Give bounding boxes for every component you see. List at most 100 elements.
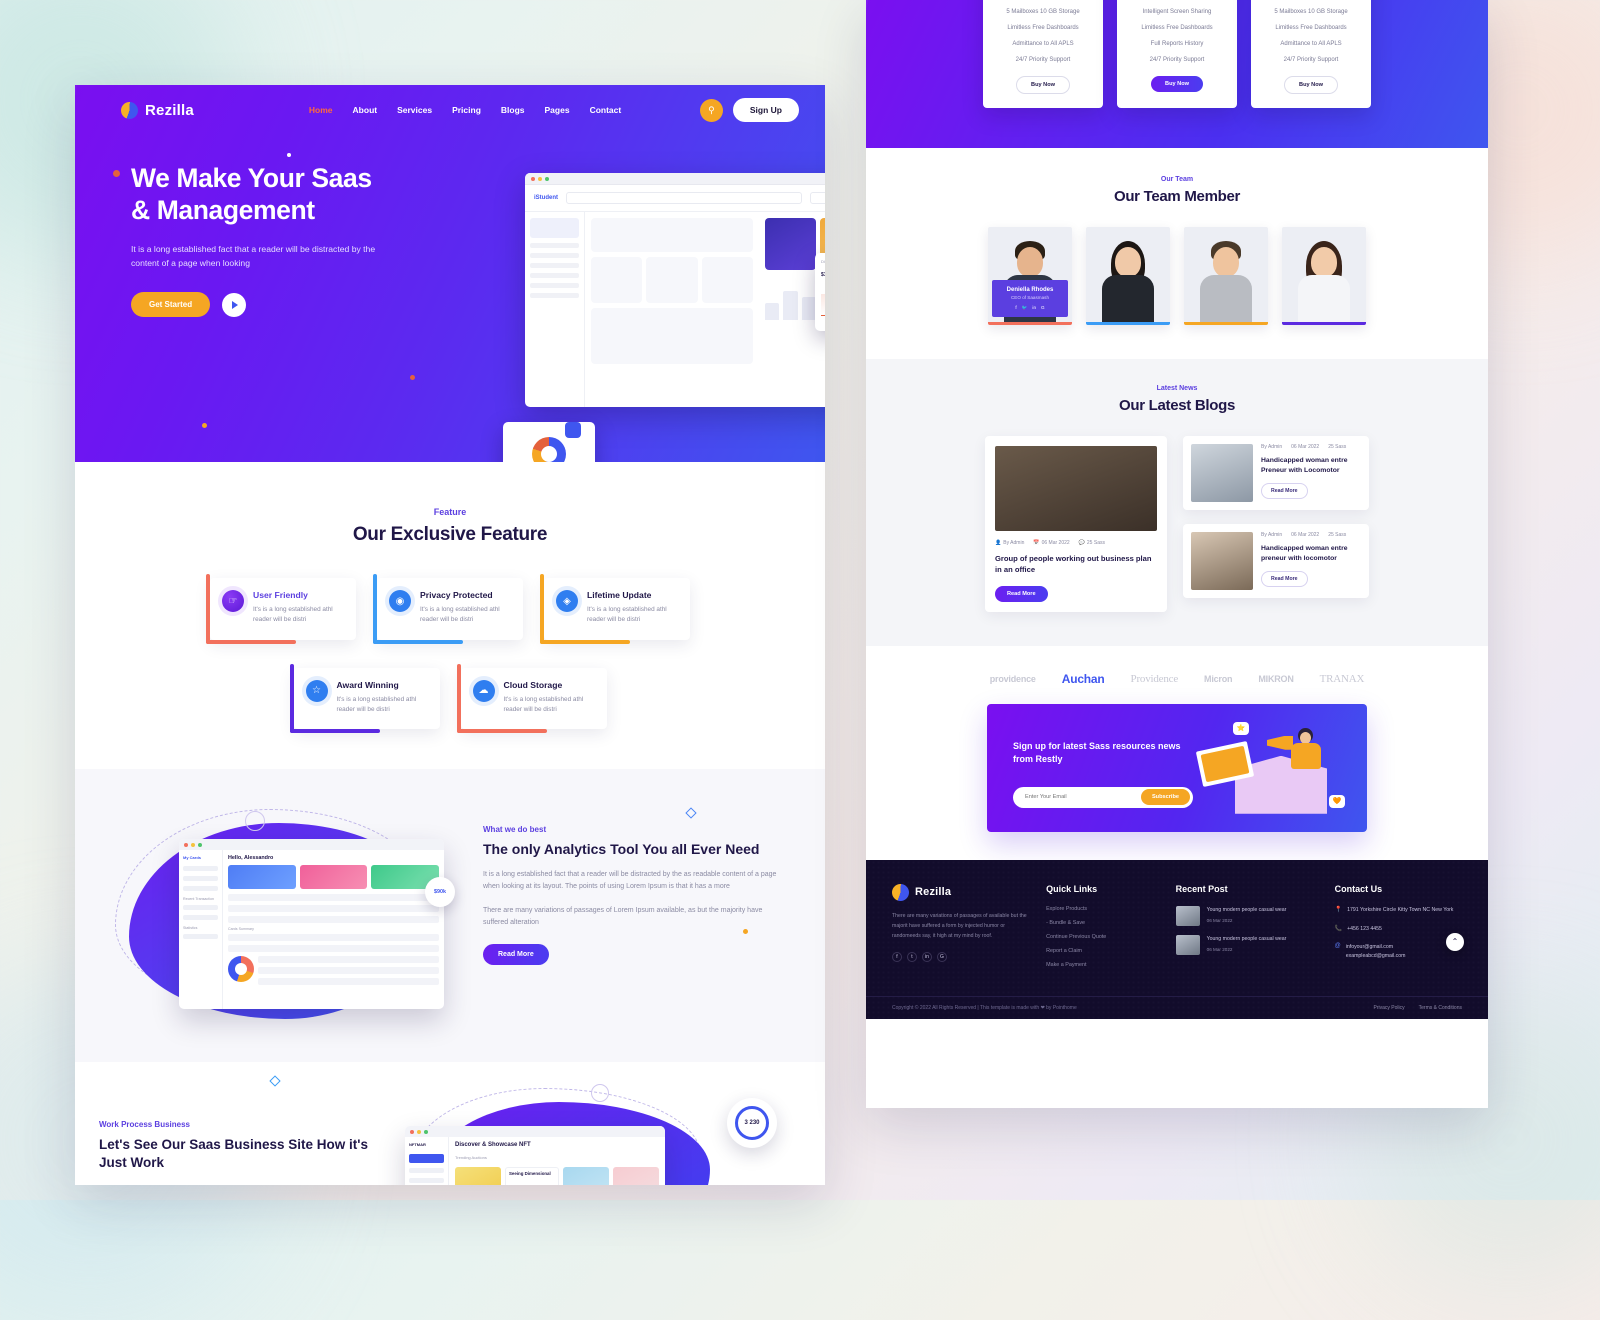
- contact-email[interactable]: @ infoyour@gmail.com exampleabcd@gmail.co…: [1335, 943, 1462, 961]
- site-logo[interactable]: Rezilla: [121, 101, 194, 119]
- blog-author: By Admin: [1261, 444, 1283, 450]
- linkedin-icon[interactable]: in: [1032, 305, 1036, 311]
- google-icon[interactable]: G: [937, 952, 947, 963]
- nft-browser-mock: NFTMAR Discover & Showcase NFT Trending …: [405, 1126, 665, 1185]
- blog-title: Handicapped woman entre Preneur with Loc…: [1261, 457, 1348, 475]
- buy-now-button[interactable]: Buy Now: [1016, 76, 1070, 94]
- award-medal-icon: ☆: [305, 679, 328, 702]
- analytics-eyebrow: What we do best: [483, 825, 547, 834]
- pricing-feature: 24/7 Priority Support: [1283, 57, 1339, 63]
- calendar-icon: 📅: [1033, 540, 1040, 546]
- subscribe-button[interactable]: Subscribe: [1140, 789, 1190, 806]
- nav-item-services[interactable]: Services: [397, 105, 432, 115]
- feature-card[interactable]: ◉ Privacy Protected It's is a long estab…: [373, 574, 523, 643]
- team-member-name: Deniella Rhodes: [1006, 287, 1054, 293]
- mock-menu-label: Statistics: [183, 926, 198, 930]
- google-icon[interactable]: G: [1041, 305, 1045, 311]
- cloud-upload-icon: ☁: [472, 679, 495, 702]
- feature-card[interactable]: ☆ Award Winning It's is a long establish…: [289, 663, 440, 733]
- blog-title: Handicapped woman entre preneur with loc…: [1261, 545, 1348, 563]
- signup-button[interactable]: Sign Up: [732, 98, 799, 122]
- mock-menu-label: Recent Transaction: [183, 897, 214, 901]
- recent-post-item[interactable]: Young modern people casual wear 06 Mar 2…: [1175, 934, 1323, 955]
- decor-diamond-icon: [269, 1075, 281, 1087]
- blog-card-featured[interactable]: 👤 By Admin 📅 06 Mar 2022 💬 25 Sass Group of…: [985, 436, 1167, 612]
- footer-recent-post-column: Recent Post Young modern people casual w…: [1175, 884, 1323, 976]
- homepage-screenshot-right: 5 Mailboxes 10 GB Storage Limitless Free…: [866, 0, 1488, 1108]
- twitter-icon[interactable]: t: [907, 952, 917, 963]
- feature-card-desc: It's is a long established athl reader w…: [503, 695, 584, 713]
- feature-card[interactable]: ☞ User Friendly It's is a long establish…: [206, 574, 356, 643]
- play-icon[interactable]: [222, 292, 247, 317]
- pricing-feature: Limitless Free Dashboards: [1141, 25, 1213, 31]
- footer-link[interactable]: Continue Previous Quote: [1046, 934, 1164, 940]
- nav-item-pages[interactable]: Pages: [545, 105, 570, 115]
- footer-link[interactable]: Explore Products: [1046, 906, 1164, 912]
- blog-read-more-button[interactable]: Read More: [995, 585, 1048, 602]
- mock-titlebar: [179, 839, 444, 850]
- footer-link[interactable]: Make a Payment: [1046, 962, 1164, 968]
- team-title: Our Team Member: [1113, 188, 1241, 205]
- nav-item-home[interactable]: Home: [309, 105, 333, 115]
- blog-read-more-button[interactable]: Read More: [1261, 571, 1308, 588]
- feature-card-title: Cloud Storage: [503, 679, 563, 690]
- nav-item-pricing[interactable]: Pricing: [452, 105, 481, 115]
- pricing-feature: Intelligent Screen Sharing: [1142, 9, 1212, 15]
- mock-main-panel: Hello, Alessandro Cards Summary: [223, 850, 444, 1009]
- mock-trending-label: Trending Auctions: [455, 1155, 487, 1160]
- analytics-value-badge: $90k: [425, 877, 455, 907]
- analytics-read-more-button[interactable]: Read More: [483, 944, 549, 966]
- footer-contact-column: Contact Us 📍 1791 Yorkshire Circle Kitty…: [1335, 884, 1462, 976]
- pricing-card-featured: Intelligent Screen Sharing Limitless Fre…: [1117, 0, 1237, 108]
- email-icon: @: [1334, 943, 1341, 950]
- feature-card-title: Privacy Protected: [420, 590, 493, 600]
- facebook-icon[interactable]: f: [1015, 305, 1016, 311]
- feature-card[interactable]: ☁ Cloud Storage It's is a long establish…: [456, 663, 607, 733]
- nav-item-about[interactable]: About: [353, 105, 378, 115]
- recent-post-item[interactable]: Young modern people casual wear 06 Mar 2…: [1175, 905, 1323, 926]
- contact-phone[interactable]: 📞 +456 123 4455: [1335, 925, 1462, 934]
- analytics-title: The only Analytics Tool You all Ever Nee…: [483, 841, 760, 857]
- team-social-links: f 🐦 in G: [996, 305, 1064, 311]
- phone-icon: 📞: [1334, 925, 1343, 932]
- footer-logo[interactable]: Rezilla: [892, 883, 1034, 901]
- pricing-feature: 24/7 Priority Support: [1149, 57, 1205, 63]
- footer-social-links: f t in G: [892, 952, 1034, 963]
- linkedin-icon[interactable]: in: [922, 952, 932, 963]
- facebook-icon[interactable]: f: [892, 952, 902, 963]
- search-icon[interactable]: ⚲: [699, 98, 723, 122]
- blog-card[interactable]: By Admin 06 Mar 2022 25 Sass Handicapped…: [1183, 436, 1369, 510]
- blog-card[interactable]: By Admin 06 Mar 2022 25 Sass Handicapped…: [1183, 524, 1369, 598]
- post-date: 06 Mar 2022: [1206, 946, 1233, 952]
- hero-copy: We Make Your Saas & Management It is a l…: [75, 122, 405, 317]
- footer-link[interactable]: Report a Claim: [1046, 948, 1164, 954]
- brand-logos-section: providence Auchan Providence Micron MIKR…: [866, 645, 1488, 704]
- team-member-card[interactable]: Deniella Rhodes CEO of Saasmash f 🐦 in G: [988, 227, 1072, 325]
- pricing-feature: Admittance to All APLS: [1280, 41, 1342, 47]
- hero-paragraph: It is a long established fact that a rea…: [131, 243, 376, 268]
- get-started-button[interactable]: Get Started: [131, 292, 211, 317]
- team-member-card[interactable]: [1184, 227, 1268, 325]
- donut-chart: [532, 437, 566, 462]
- shield-lock-icon: ◉: [389, 590, 411, 612]
- footer-link[interactable]: - Bundle & Save: [1046, 920, 1164, 926]
- buy-now-button[interactable]: Buy Now: [1151, 76, 1203, 92]
- hero-section: Rezilla Home About Services Pricing Blog…: [75, 85, 825, 462]
- email-input[interactable]: [1025, 794, 1141, 801]
- person-illustration: [1291, 727, 1321, 774]
- decor-dot: [743, 929, 748, 934]
- nav-item-blogs[interactable]: Blogs: [501, 105, 525, 115]
- nav-item-contact[interactable]: Contact: [590, 105, 622, 115]
- twitter-icon[interactable]: 🐦: [1022, 305, 1028, 311]
- blog-read-more-button[interactable]: Read More: [1261, 483, 1308, 500]
- privacy-policy-link[interactable]: Privacy Policy: [1374, 1005, 1405, 1011]
- team-member-card[interactable]: [1086, 227, 1170, 325]
- terms-link[interactable]: Terms & Conditions: [1419, 1005, 1462, 1011]
- feature-card[interactable]: ◈ Lifetime Update It's is a long establi…: [540, 574, 690, 643]
- team-member-role: CEO of Saasmash: [1010, 295, 1050, 300]
- newsletter-heading: Sign up for latest Sass resources news f…: [1013, 740, 1181, 765]
- team-member-card[interactable]: [1282, 227, 1366, 325]
- mock-titlebar: [405, 1126, 665, 1137]
- buy-now-button[interactable]: Buy Now: [1284, 76, 1338, 94]
- blogs-title: Our Latest Blogs: [1118, 397, 1236, 414]
